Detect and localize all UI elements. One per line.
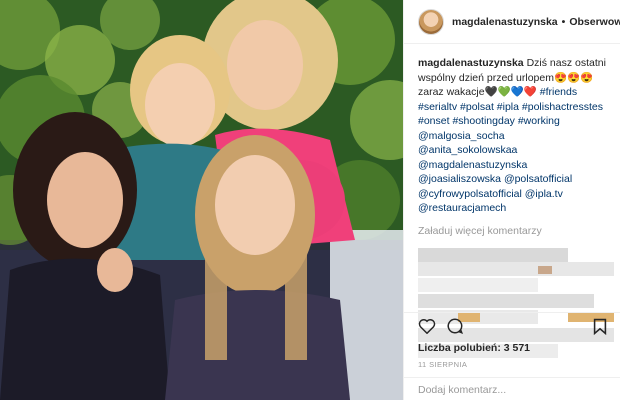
photo-illustration [0, 0, 403, 400]
load-more-comments-link[interactable]: Załaduj więcej komentarzy [418, 224, 606, 239]
likes-count[interactable]: Liczba polubień: 3 571 [418, 342, 530, 354]
post-header: magdalenastuzynska • Obserwowanie [404, 0, 620, 44]
add-comment-input[interactable]: Dodaj komentarz... [404, 377, 620, 400]
comment-icon[interactable] [446, 317, 464, 338]
heart-icon[interactable] [418, 318, 436, 337]
caption-mentions[interactable]: @malgosia_socha @anita_sokolowskaa @magd… [418, 130, 572, 215]
post-photo[interactable] [0, 0, 403, 400]
avatar[interactable] [418, 8, 444, 35]
username-link[interactable]: magdalenastuzynska [452, 16, 558, 28]
separator-dot: • [561, 15, 566, 28]
action-bar [404, 312, 620, 342]
bookmark-icon[interactable] [593, 318, 607, 338]
instagram-post-frame: magdalenastuzynska • Obserwowanie magdal… [0, 0, 620, 400]
caption-username[interactable]: magdalenastuzynska [418, 57, 524, 69]
follow-button[interactable]: Obserwowanie [569, 16, 620, 28]
caption: magdalenastuzynska Dziś nasz ostatni wsp… [418, 56, 606, 216]
post-date[interactable]: 11 SIERPNIA [418, 360, 467, 369]
comments-section: magdalenastuzynska Dziś nasz ostatni wsp… [404, 44, 620, 238]
post-side-panel: magdalenastuzynska • Obserwowanie magdal… [403, 0, 620, 400]
